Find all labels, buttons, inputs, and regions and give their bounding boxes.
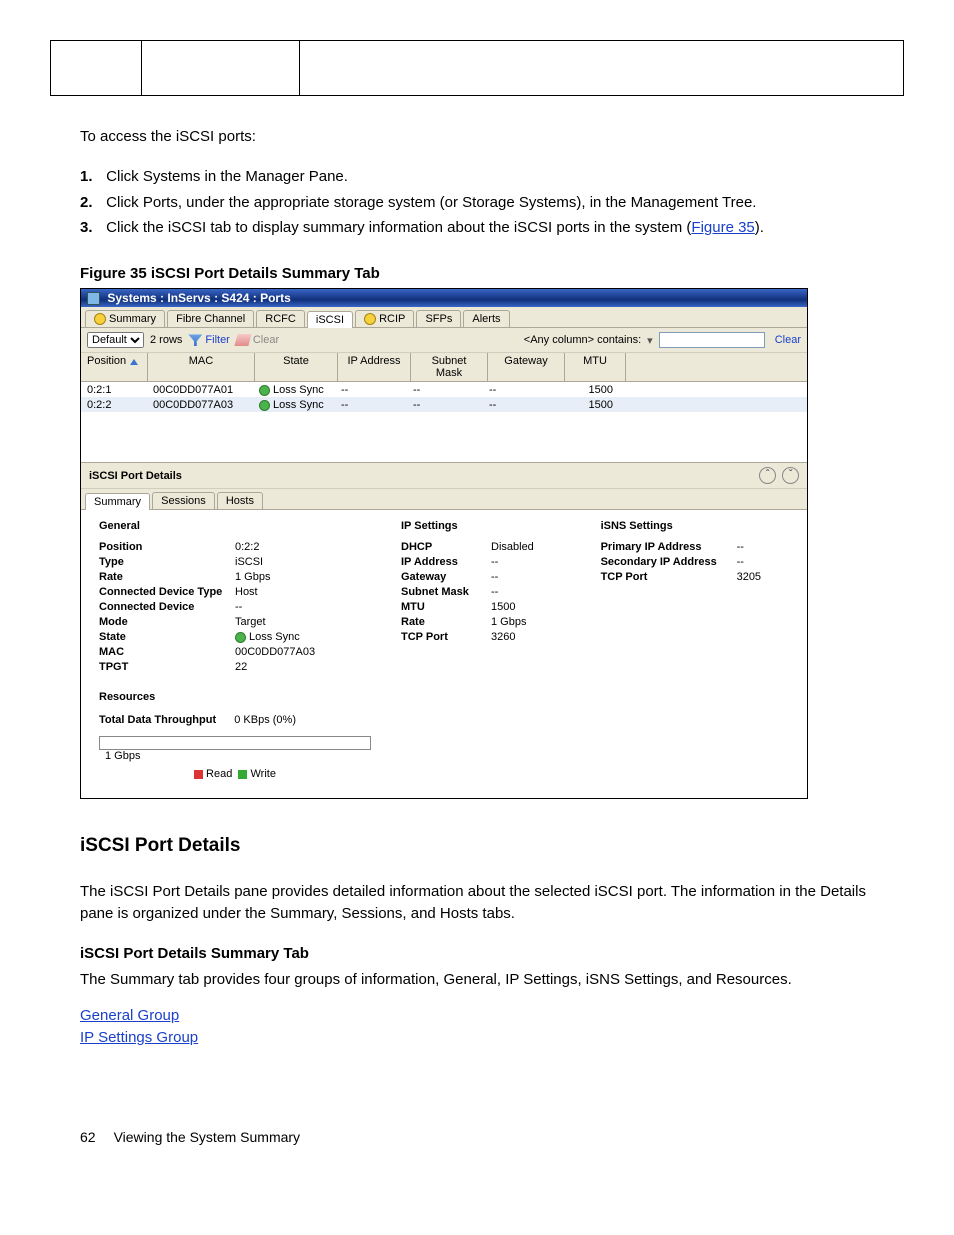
col-ip[interactable]: IP Address: [338, 353, 411, 381]
tab-alerts[interactable]: Alerts: [463, 310, 509, 327]
step-number: 2.: [80, 192, 102, 214]
resources-header: Resources: [99, 691, 371, 703]
col-position[interactable]: Position: [81, 353, 148, 381]
tab-sfps[interactable]: SFPs: [416, 310, 461, 327]
warning-icon: [364, 313, 376, 325]
col-mask[interactable]: Subnet Mask: [411, 353, 488, 381]
table-row[interactable]: 0:2:2 00C0DD077A03 Loss Sync -- -- -- 15…: [81, 397, 807, 412]
tab-detail-hosts[interactable]: Hosts: [217, 492, 263, 509]
intro-text: To access the iSCSI ports:: [80, 126, 874, 148]
isns-settings-group: iSNS Settings Primary IP Address-- Secon…: [601, 520, 789, 780]
legend-read-icon: [194, 770, 203, 779]
clear-filter-button[interactable]: Clear: [236, 334, 279, 346]
page-footer: 62 Viewing the System Summary: [50, 1129, 904, 1145]
sub-section-header: iSCSI Port Details Summary Tab: [80, 943, 874, 965]
table-cell: [300, 41, 904, 96]
tab-detail-sessions[interactable]: Sessions: [152, 492, 215, 509]
step-text: Click Systems in the Manager Pane.: [106, 168, 348, 185]
legend-write-icon: [238, 770, 247, 779]
figure-link[interactable]: Figure 35: [691, 219, 754, 236]
window-titlebar: Systems : InServs : S424 : Ports: [81, 289, 807, 307]
eraser-icon: [234, 334, 251, 346]
main-tabs: Summary Fibre Channel RCFC iSCSI RCIP SF…: [81, 307, 807, 328]
tab-fibre-channel[interactable]: Fibre Channel: [167, 310, 254, 327]
details-header: iSCSI Port Details ˆ ˇ: [81, 462, 807, 489]
step-number: 3.: [80, 217, 102, 239]
step-text: Click Ports, under the appropriate stora…: [106, 194, 756, 211]
section-header: iSCSI Port Details: [80, 835, 874, 857]
sub-section-text: The Summary tab provides four groups of …: [80, 969, 874, 991]
step-text: Click the iSCSI tab to display summary i…: [106, 219, 691, 236]
sort-asc-icon: [130, 359, 138, 365]
col-mac[interactable]: MAC: [148, 353, 255, 381]
filter-button[interactable]: Filter: [188, 334, 229, 346]
table-row[interactable]: 0:2:1 00C0DD077A01 Loss Sync -- -- -- 15…: [81, 382, 807, 397]
ip-settings-group: IP Settings DHCPDisabled IP Address-- Ga…: [401, 520, 571, 780]
grid-body: 0:2:1 00C0DD077A01 Loss Sync -- -- -- 15…: [81, 382, 807, 412]
throughput-bar: [99, 736, 371, 750]
figure-caption: Figure 35 iSCSI Port Details Summary Tab: [80, 265, 874, 282]
view-select[interactable]: Default: [87, 332, 144, 348]
tab-rcfc[interactable]: RCFC: [256, 310, 305, 327]
detail-tabs: Summary Sessions Hosts: [81, 489, 807, 510]
table-cell: [51, 41, 142, 96]
grid-header: Position MAC State IP Address Subnet Mas…: [81, 353, 807, 382]
resources-group: Total Data Throughput 0 KBps (0%) 1 Gbps…: [99, 713, 371, 780]
collapse-up-icon[interactable]: ˆ: [759, 467, 776, 484]
warning-icon: [94, 313, 106, 325]
page-number: 62: [80, 1129, 96, 1145]
step-number: 1.: [80, 166, 102, 188]
expand-down-icon[interactable]: ˇ: [782, 467, 799, 484]
post-intro: The iSCSI Port Details pane provides det…: [80, 881, 874, 925]
tab-detail-summary[interactable]: Summary: [85, 493, 150, 510]
tab-rcip[interactable]: RCIP: [355, 310, 414, 327]
col-mtu[interactable]: MTU: [565, 353, 626, 381]
app-icon: [87, 292, 100, 305]
filter-icon: [188, 334, 202, 346]
contains-label: <Any column> contains:: [524, 334, 641, 346]
row-count: 2 rows: [150, 334, 182, 346]
window-title: Systems : InServs : S424 : Ports: [107, 291, 290, 305]
toolbar: Default 2 rows Filter Clear <Any column>…: [81, 328, 807, 353]
general-group: General Position0:2:2 TypeiSCSI Rate1 Gb…: [99, 520, 371, 675]
state-icon: [235, 632, 246, 643]
link-ip-settings-group[interactable]: IP Settings Group: [80, 1029, 198, 1046]
dropdown-icon[interactable]: ▾: [647, 334, 653, 347]
tab-summary[interactable]: Summary: [85, 310, 165, 327]
col-gateway[interactable]: Gateway: [488, 353, 565, 381]
reference-table: [50, 40, 904, 96]
clear-search[interactable]: Clear: [775, 334, 801, 346]
table-cell: [142, 41, 300, 96]
search-input[interactable]: [659, 332, 765, 348]
step-text-after: ).: [755, 219, 764, 236]
link-general-group[interactable]: General Group: [80, 1007, 179, 1024]
tab-iscsi[interactable]: iSCSI: [307, 311, 353, 328]
screenshot-window: Systems : InServs : S424 : Ports Summary…: [80, 288, 808, 799]
state-icon: [259, 400, 270, 411]
state-icon: [259, 385, 270, 396]
footer-title: Viewing the System Summary: [114, 1129, 300, 1145]
col-state[interactable]: State: [255, 353, 338, 381]
bar-max-label: 1 Gbps: [105, 750, 140, 762]
